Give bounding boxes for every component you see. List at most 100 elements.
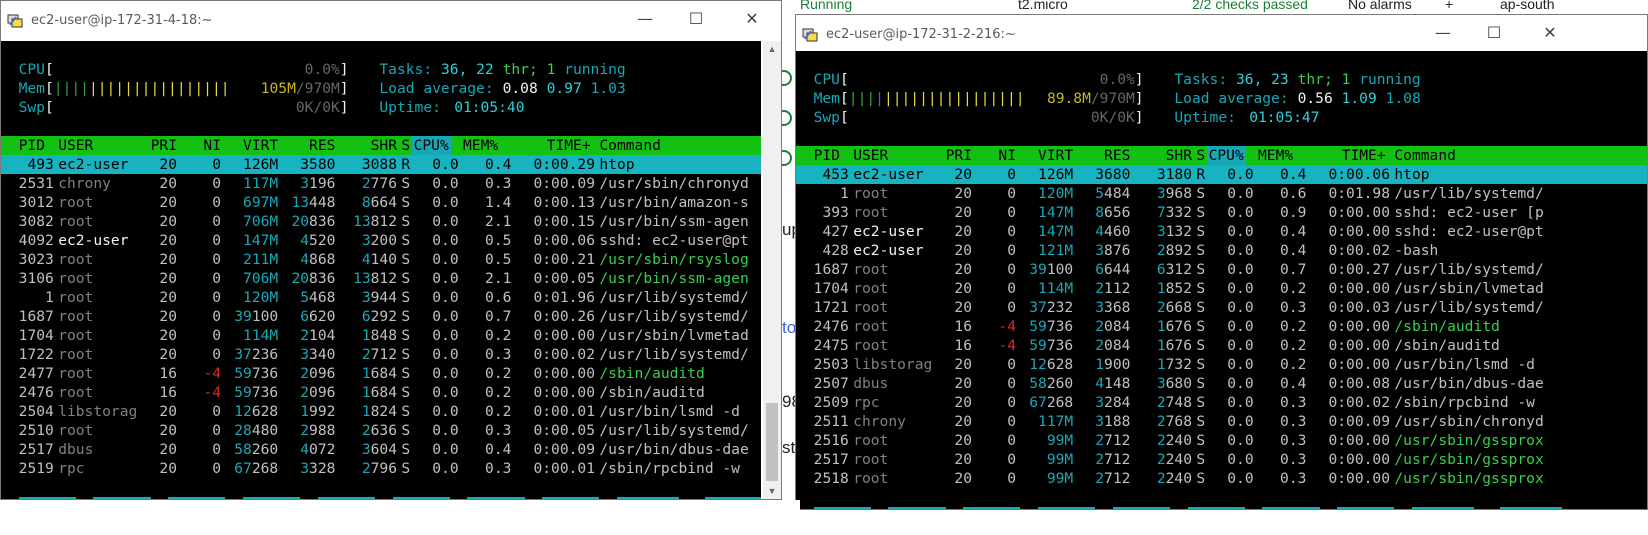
- function-key-label[interactable]: Search: [963, 507, 1021, 509]
- process-row[interactable]: 2477 root 16 -4 59736 2096 1684 S 0.0 0.2 0:00.00/…: [1, 364, 761, 383]
- close-button[interactable]: ✕: [738, 7, 766, 31]
- column-header[interactable]: USER: [853, 146, 888, 165]
- process-row[interactable]: 1722 root 20 0 37236 3340 2712 S 0.0 0.3 0:00.02/u…: [1, 345, 761, 364]
- column-header[interactable]: VIRT: [243, 136, 278, 155]
- cpu-meter-label: CPU: [18, 61, 45, 78]
- process-row[interactable]: 1687 root 20 0 39100 6620 6292 S 0.0 0.7 0:00.26/u…: [1, 307, 761, 326]
- terminal-window-right[interactable]: ec2-user@ip-172-31-2-216:~ — ☐ ✕ CPU[0.0…: [795, 14, 1648, 510]
- process-row[interactable]: 2510 root 20 0 28480 2988 2636 S 0.0 0.3 0:00.05/u…: [1, 421, 761, 440]
- column-header[interactable]: CPU%: [411, 136, 451, 155]
- process-time: 0:00.15: [533, 213, 595, 230]
- process-row[interactable]: 2509 rpc 20 0 67268 3284 2748 S 0.0 0.3 0:00.02/sb…: [796, 393, 1647, 412]
- process-row[interactable]: 1 root 20 0 120M 5484 3968 S 0.0 0.6 0:01.98/usr/l…: [796, 184, 1647, 203]
- function-key-label[interactable]: Nice -: [1262, 507, 1320, 509]
- process-row[interactable]: 2531 chrony 20 0 117M 3196 2776 S 0.0 0.3 0:00.09/…: [1, 174, 761, 193]
- function-key-label[interactable]: Setup: [888, 507, 946, 509]
- column-header[interactable]: Command: [599, 136, 661, 155]
- function-key[interactable]: F9: [1394, 507, 1412, 509]
- column-header[interactable]: CPU%: [1206, 146, 1246, 165]
- function-key-label[interactable]: Tree: [1112, 507, 1170, 509]
- process-row[interactable]: 1687 root 20 0 39100 6644 6312 S 0.0 0.7 0:00.27/u…: [796, 260, 1647, 279]
- column-header[interactable]: USER: [58, 136, 93, 155]
- process-row[interactable]: 3106 root 20 0 706M 20836 13812 S 0.0 2.1 0:00.05/…: [1, 269, 761, 288]
- process-row[interactable]: 2519 rpc 20 0 67268 3328 2796 S 0.0 0.3 0:00.01/sb…: [1, 459, 761, 478]
- column-header[interactable]: PRI: [151, 136, 177, 155]
- process-row[interactable]: 2503 libstorag 20 0 12628 1900 1732 S 0.0 0.2 0:00…: [796, 355, 1647, 374]
- column-header[interactable]: TIME+: [547, 136, 591, 155]
- process-row[interactable]: 3023 root 20 0 211M 4868 4140 S 0.0 0.5 0:00.21/us…: [1, 250, 761, 269]
- scrollbar[interactable]: ▲ ▼: [763, 41, 781, 499]
- column-header[interactable]: VIRT: [1038, 146, 1073, 165]
- process-row[interactable]: 1 root 20 0 120M 5468 3944 S 0.0 0.6 0:01.96/usr/l…: [1, 288, 761, 307]
- process-user: libstorag: [58, 403, 138, 420]
- process-pri: 16: [159, 365, 177, 382]
- column-header[interactable]: Command: [1394, 146, 1456, 165]
- process-row[interactable]: 2504 libstorag 20 0 12628 1992 1824 S 0.0 0.2 0:00…: [1, 402, 761, 421]
- function-key-label[interactable]: Kill: [1412, 507, 1474, 509]
- function-key-label[interactable]: Quit: [1500, 507, 1562, 509]
- process-row[interactable]: 1704 root 20 0 114M 2112 1852 S 0.0 0.2 0:00.00/us…: [796, 279, 1647, 298]
- column-header[interactable]: MEM%: [1258, 146, 1293, 165]
- column-header[interactable]: SHR: [371, 136, 397, 155]
- column-header[interactable]: MEM%: [463, 136, 498, 155]
- process-row[interactable]: 2475 root 16 -4 59736 2084 1676 S 0.0 0.2 0:00.00/…: [796, 336, 1647, 355]
- column-header[interactable]: NI: [203, 136, 221, 155]
- process-row[interactable]: 453 ec2-user 20 0 126M 3680 3180 R 0.0 0.4 0:00.06…: [796, 165, 1647, 184]
- terminal-window-left[interactable]: ec2-user@ip-172-31-4-18:~ — ☐ ✕ CPU[0.0%…: [0, 0, 782, 500]
- column-header[interactable]: PID: [814, 146, 840, 165]
- process-time: 0:00.13: [533, 194, 595, 211]
- process-row[interactable]: 393 root 20 0 147M 8656 7332 S 0.0 0.9 0:00.00 sshd…: [796, 203, 1647, 222]
- terminal-area[interactable]: CPU[0.0%] Tasks: 36, 23 thr; 1 running Mem[|||…: [796, 51, 1647, 509]
- process-row[interactable]: 493 ec2-user 20 0 126M 3580 3088 R 0.0 0.4 0:00.29…: [1, 155, 761, 174]
- process-row[interactable]: 428 ec2-user 20 0 121M 3876 2892 S 0.0 0.4 0:00.02…: [796, 241, 1647, 260]
- process-row[interactable]: 1721 root 20 0 37232 3368 2668 S 0.0 0.3 0:00.03/u…: [796, 298, 1647, 317]
- title-bar[interactable]: ec2-user@ip-172-31-4-18:~ — ☐ ✕: [1, 1, 781, 39]
- function-key[interactable]: F2: [871, 507, 889, 509]
- function-key[interactable]: F5: [1095, 507, 1113, 509]
- column-header[interactable]: RES: [1104, 146, 1130, 165]
- function-key-label[interactable]: Nice +: [1337, 507, 1395, 509]
- scroll-up-arrow-icon[interactable]: ▲: [763, 41, 781, 57]
- process-row[interactable]: 2507 dbus 20 0 58260 4148 3680 S 0.0 0.4 0:00.08/u…: [796, 374, 1647, 393]
- process-row[interactable]: 2516 root 20 0 99M 2712 2240 S 0.0 0.3 0:00.00/usr…: [796, 431, 1647, 450]
- maximize-button[interactable]: ☐: [682, 7, 710, 31]
- function-key[interactable]: F4: [1020, 507, 1038, 509]
- scroll-down-arrow-icon[interactable]: ▼: [763, 483, 781, 499]
- column-header[interactable]: SHR: [1166, 146, 1192, 165]
- scrollbar-thumb[interactable]: [766, 403, 778, 481]
- column-header[interactable]: PID: [19, 136, 45, 155]
- function-key-label[interactable]: SortBy: [1187, 507, 1245, 509]
- terminal-area[interactable]: CPU[0.0%] Tasks: 36, 22 thr; 1 running Mem[|||…: [1, 41, 761, 499]
- column-header[interactable]: TIME+: [1342, 146, 1386, 165]
- column-header[interactable]: S: [1196, 146, 1205, 165]
- minimize-button[interactable]: —: [1429, 21, 1457, 45]
- function-key[interactable]: F7: [1245, 507, 1263, 509]
- mem-bar-buffers: |: [875, 90, 884, 107]
- process-row[interactable]: 2517 dbus 20 0 58260 4072 3604 S 0.0 0.4 0:00.09/u…: [1, 440, 761, 459]
- function-key[interactable]: F10: [1474, 507, 1500, 509]
- function-key[interactable]: F8: [1320, 507, 1338, 509]
- process-row[interactable]: 2476 root 16 -4 59736 2084 1676 S 0.0 0.2 0:00.00/…: [796, 317, 1647, 336]
- close-button[interactable]: ✕: [1536, 21, 1564, 45]
- process-row[interactable]: 1704 root 20 0 114M 2104 1848 S 0.0 0.2 0:00.00/us…: [1, 326, 761, 345]
- process-row[interactable]: 3012 root 20 0 697M 13448 8664 S 0.0 1.4 0:00.13/u…: [1, 193, 761, 212]
- title-bar[interactable]: ec2-user@ip-172-31-2-216:~ — ☐ ✕: [796, 15, 1647, 53]
- column-header[interactable]: S: [401, 136, 410, 155]
- process-row[interactable]: 2511 chrony 20 0 117M 3188 2768 S 0.0 0.3 0:00.09/…: [796, 412, 1647, 431]
- function-key[interactable]: F6: [1170, 507, 1188, 509]
- process-row[interactable]: 427 ec2-user 20 0 147M 4460 3132 S 0.0 0.4 0:00.00…: [796, 222, 1647, 241]
- column-header[interactable]: NI: [998, 146, 1016, 165]
- process-row[interactable]: 2476 root 16 -4 59736 2096 1684 S 0.0 0.2 0:00.00/…: [1, 383, 761, 402]
- process-pri: 20: [954, 280, 972, 297]
- column-header[interactable]: PRI: [946, 146, 972, 165]
- function-key[interactable]: F3: [946, 507, 964, 509]
- function-key-label[interactable]: Help: [813, 507, 871, 509]
- process-row[interactable]: 3082 root 20 0 706M 20836 13812 S 0.0 2.1 0:00.15/…: [1, 212, 761, 231]
- maximize-button[interactable]: ☐: [1480, 21, 1508, 45]
- minimize-button[interactable]: —: [631, 7, 659, 31]
- process-row[interactable]: 2518 root 20 0 99M 2712 2240 S 0.0 0.3 0:00.00/usr…: [796, 469, 1647, 488]
- column-header[interactable]: RES: [309, 136, 335, 155]
- process-row[interactable]: 2517 root 20 0 99M 2712 2240 S 0.0 0.3 0:00.00/usr…: [796, 450, 1647, 469]
- process-row[interactable]: 4092 ec2-user 20 0 147M 4520 3200 S 0.0 0.5 0:00.0…: [1, 231, 761, 250]
- function-key-label[interactable]: Filter: [1038, 507, 1096, 509]
